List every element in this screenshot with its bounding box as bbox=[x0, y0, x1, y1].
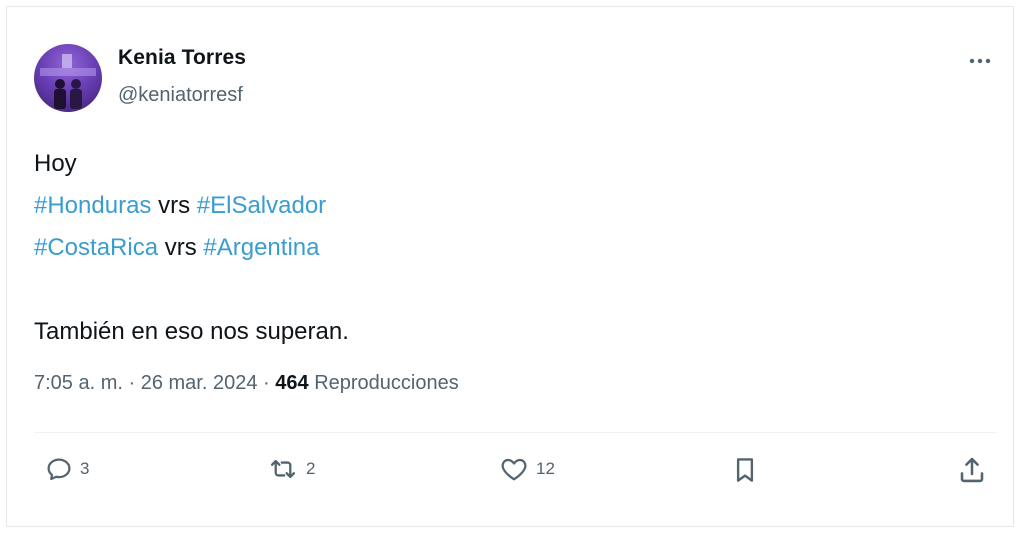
tweet-text: Hoy #Honduras vrs #ElSalvador #CostaRica v… bbox=[34, 143, 349, 353]
tweet-text-segment: Hoy bbox=[34, 150, 77, 177]
like-count: 12 bbox=[536, 459, 555, 478]
tweet-line: #Honduras vrs #ElSalvador bbox=[34, 185, 349, 227]
more-icon[interactable] bbox=[964, 50, 996, 72]
like-button[interactable]: 12 bbox=[498, 454, 555, 484]
tweet-line: También en eso nos superan. bbox=[34, 311, 349, 353]
tweet-text-segment: vrs bbox=[158, 234, 204, 261]
tweet-text-segment: vrs bbox=[151, 192, 197, 219]
share-button[interactable] bbox=[956, 454, 988, 486]
tweet-line: Hoy bbox=[34, 143, 349, 185]
reply-bubble-icon bbox=[47, 458, 71, 481]
tweet-date[interactable]: 26 mar. 2024 bbox=[141, 372, 258, 394]
hashtag-link[interactable]: #CostaRica bbox=[34, 234, 158, 261]
author-handle[interactable]: @keniatorresf bbox=[118, 84, 243, 107]
share-upload-icon bbox=[960, 457, 984, 483]
tweet-line: #CostaRica vrs #Argentina bbox=[34, 227, 349, 269]
tweet-line bbox=[34, 269, 349, 311]
tweet-text-segment: También en eso nos superan. bbox=[34, 318, 349, 345]
hashtag-link[interactable]: #Argentina bbox=[203, 234, 319, 261]
divider bbox=[34, 432, 996, 433]
avatar[interactable] bbox=[34, 44, 102, 112]
author-name[interactable]: Kenia Torres bbox=[118, 46, 246, 70]
bookmark-icon bbox=[736, 458, 754, 482]
reply-button[interactable]: 3 bbox=[44, 454, 89, 484]
views-count: 464 bbox=[275, 372, 309, 394]
bookmark-button[interactable] bbox=[730, 454, 760, 486]
tweet-time[interactable]: 7:05 a. m. bbox=[34, 372, 123, 394]
tweet-meta: 7:05 a. m. · 26 mar. 2024 · 464 Reproduc… bbox=[34, 372, 459, 394]
hashtag-link[interactable]: #Honduras bbox=[34, 192, 151, 219]
action-bar: 3 2 12 bbox=[0, 450, 1020, 494]
hashtag-link[interactable]: #ElSalvador bbox=[197, 192, 326, 219]
repost-button[interactable]: 2 bbox=[266, 454, 315, 484]
views-label: Reproducciones bbox=[314, 372, 459, 394]
repost-icon bbox=[270, 459, 296, 479]
repost-count: 2 bbox=[306, 459, 316, 478]
reply-count: 3 bbox=[80, 459, 90, 478]
heart-icon bbox=[501, 458, 527, 481]
